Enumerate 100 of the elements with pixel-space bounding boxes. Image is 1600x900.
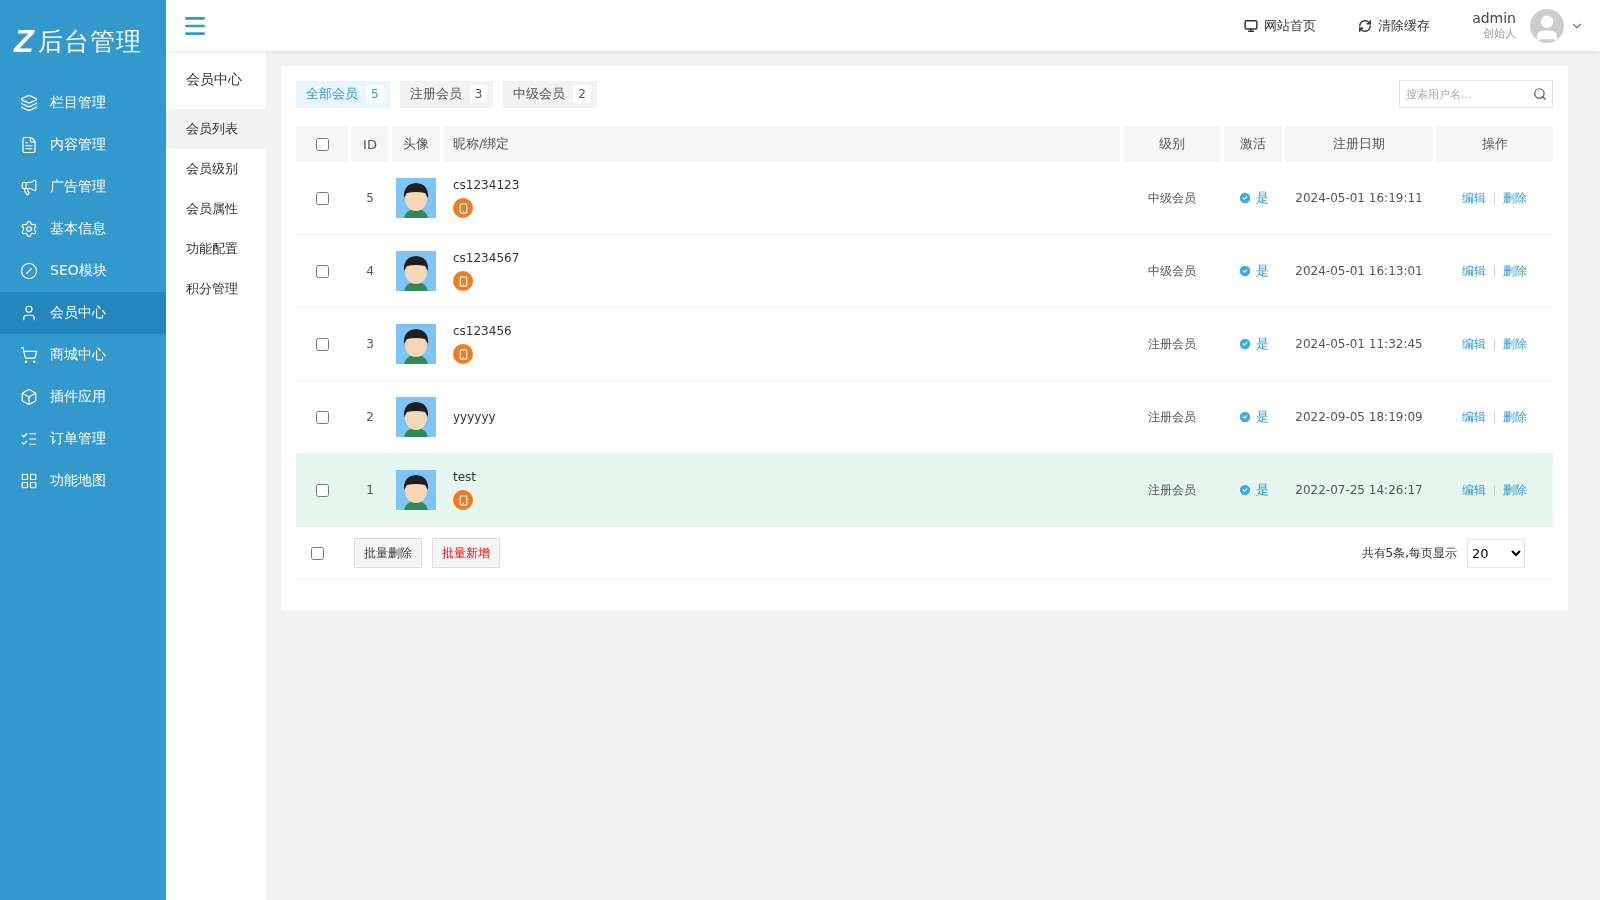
date-text: 2022-07-25 14:26:17	[1295, 483, 1423, 497]
filter-tab-label: 中级会员	[513, 85, 566, 103]
row-checkbox[interactable]	[315, 337, 329, 351]
sidebar-item[interactable]: 会员中心	[0, 292, 166, 334]
header-link-label: 网站首页	[1264, 16, 1317, 35]
id-text: 1	[366, 483, 374, 497]
id-text: 2	[366, 410, 374, 424]
list-icon	[20, 430, 38, 448]
sidebar-label: 栏目管理	[50, 94, 106, 112]
sidebar-label: 会员中心	[50, 304, 106, 322]
column-header: 注册日期	[1285, 126, 1433, 162]
sidebar-item[interactable]: 内容管理	[0, 124, 166, 166]
sidebar-label: 订单管理	[50, 430, 106, 448]
sidebar-item[interactable]: 订单管理	[0, 418, 166, 460]
user-name: admin	[1472, 10, 1516, 26]
column-header: ID	[351, 126, 389, 162]
edit-link[interactable]: 编辑	[1462, 408, 1486, 426]
active-text: 是	[1255, 335, 1269, 353]
sidebar-label: 插件应用	[50, 388, 106, 406]
cart-icon	[20, 346, 38, 364]
sidebar-label: 广告管理	[50, 178, 106, 196]
active-text: 是	[1255, 408, 1269, 426]
logo-mark: Z	[14, 22, 34, 60]
column-header: 头像	[392, 126, 440, 162]
header-link-label: 清除缓存	[1378, 16, 1431, 35]
refresh-icon	[1358, 18, 1373, 33]
check-circle-icon	[1237, 483, 1252, 497]
grid-icon	[20, 472, 38, 490]
avatar-icon	[396, 397, 436, 437]
column-header: 昵称/绑定	[443, 126, 1120, 162]
check-circle-icon	[1237, 191, 1252, 205]
check-circle-icon	[1237, 264, 1252, 278]
search-field[interactable]: 搜索用户名...	[1399, 80, 1553, 108]
row-checkbox[interactable]	[315, 410, 329, 424]
layers-icon	[20, 94, 38, 112]
header-link[interactable]: 网站首页	[1244, 16, 1317, 35]
user-icon	[20, 304, 38, 322]
active-text: 是	[1255, 189, 1269, 207]
nickname-text: cs1234567	[453, 251, 520, 265]
count-badge: 5	[366, 85, 384, 103]
id-text: 3	[366, 337, 374, 351]
row-checkbox[interactable]	[315, 264, 329, 278]
nickname-text: yyyyyy	[453, 410, 496, 424]
sidebar-label: 功能地图	[50, 472, 106, 490]
sidebar-item[interactable]: 栏目管理	[0, 82, 166, 124]
edit-link[interactable]: 编辑	[1462, 481, 1486, 499]
date-text: 2022-09-05 18:19:09	[1295, 410, 1423, 424]
delete-link[interactable]: 删除	[1503, 262, 1527, 280]
delete-link[interactable]: 删除	[1503, 481, 1527, 499]
level-text: 注册会员	[1148, 335, 1196, 353]
delete-link[interactable]: 删除	[1503, 408, 1527, 426]
nickname-text: cs123456	[453, 324, 512, 338]
sidebar-item[interactable]: SEO模块	[0, 250, 166, 292]
cube-icon	[20, 388, 38, 406]
edit-link[interactable]: 编辑	[1462, 189, 1486, 207]
select-all-checkbox[interactable]	[315, 137, 329, 151]
search-icon[interactable]	[1533, 87, 1547, 101]
avatar-icon	[396, 251, 436, 291]
sidebar-item[interactable]: 广告管理	[0, 166, 166, 208]
select-all-checkbox[interactable]	[311, 546, 324, 560]
level-text: 中级会员	[1148, 262, 1196, 280]
check-circle-icon	[1237, 410, 1252, 424]
id-text: 5	[366, 191, 374, 205]
batch-add-button[interactable]: 批量新增	[432, 538, 500, 568]
count-badge: 2	[573, 85, 591, 103]
active-text: 是	[1255, 262, 1269, 280]
active-text: 是	[1255, 481, 1269, 499]
sidebar-label: 内容管理	[50, 136, 106, 154]
sidebar-item[interactable]: 基本信息	[0, 208, 166, 250]
count-badge: 3	[469, 85, 488, 103]
sidebar-item[interactable]: 插件应用	[0, 376, 166, 418]
sidebar-item[interactable]: 商城中心	[0, 334, 166, 376]
table-row[interactable]: 1 test 注册会员 是 2022-07-25 14:26:17 编辑 删除	[296, 454, 1553, 527]
page-size-select[interactable]: 20	[1467, 538, 1525, 568]
sidebar-label: 商城中心	[50, 346, 106, 364]
settings-icon	[20, 220, 38, 238]
sidebar-item[interactable]: 功能地图	[0, 460, 166, 502]
column-header: 级别	[1123, 126, 1221, 162]
check-circle-icon	[1237, 337, 1252, 351]
filter-tab-label: 全部会员	[306, 85, 358, 103]
batch-delete-button[interactable]: 批量删除	[354, 538, 422, 568]
filter-tab[interactable]: 全部会员 5	[296, 80, 390, 108]
filter-tab[interactable]: 中级会员 2	[503, 80, 597, 108]
column-header: 操作	[1436, 126, 1553, 162]
delete-link[interactable]: 删除	[1503, 189, 1527, 207]
avatar-icon	[396, 324, 436, 364]
sidebar-label: SEO模块	[50, 262, 107, 280]
edit-link[interactable]: 编辑	[1462, 335, 1486, 353]
filter-tab[interactable]: 注册会员 3	[399, 80, 494, 108]
id-text: 4	[366, 264, 374, 278]
nickname-text: test	[453, 470, 477, 484]
edit-link[interactable]: 编辑	[1462, 262, 1486, 280]
date-text: 2024-05-01 11:32:45	[1295, 337, 1423, 351]
row-checkbox[interactable]	[315, 483, 329, 497]
subnav-item[interactable]: 会员列表	[166, 109, 266, 149]
delete-link[interactable]: 删除	[1503, 335, 1527, 353]
header-link[interactable]: 清除缓存	[1358, 16, 1431, 35]
filter-tab-label: 注册会员	[409, 85, 462, 103]
circle-slash-icon	[20, 262, 38, 280]
row-checkbox[interactable]	[315, 191, 329, 205]
